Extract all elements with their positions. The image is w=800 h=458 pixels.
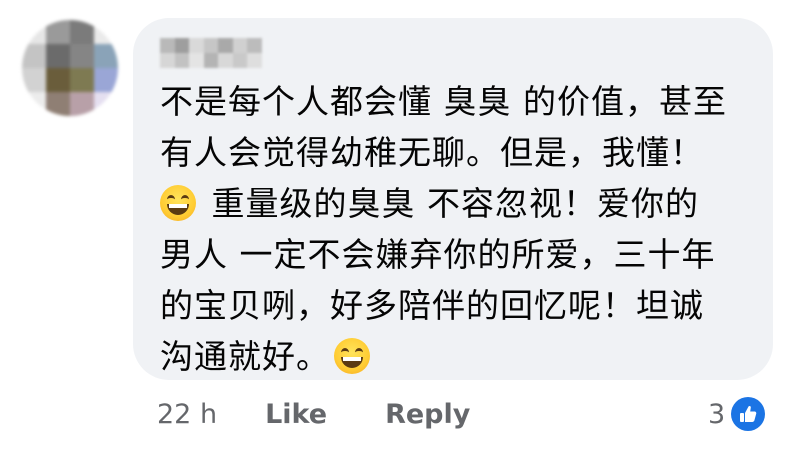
comment-line: 不是每个人都会懂 臭臭 的价值，甚至 — [160, 82, 727, 121]
comment-line: 重量级的臭臭 不容忽视！爱你的 — [160, 178, 760, 229]
comment-actions: 22 h Like Reply — [157, 394, 528, 434]
author-name-redacted[interactable] — [160, 38, 262, 68]
reaction-count: 3 — [708, 398, 726, 430]
comment-container: 不是每个人都会懂 臭臭 的价值，甚至 有人会觉得幼稚无聊。但是，我懂！ 重量级的… — [0, 0, 800, 458]
reply-button[interactable]: Reply — [385, 399, 470, 430]
reaction-summary[interactable]: 3 — [708, 394, 766, 434]
like-button[interactable]: Like — [265, 399, 327, 430]
grinning-face-icon — [160, 185, 196, 221]
comment-line: 的宝贝咧，好多陪伴的回忆呢！坦诚 — [160, 286, 704, 325]
avatar[interactable] — [22, 20, 118, 116]
comment-line-text: 重量级的臭臭 不容忽视！爱你的 — [211, 184, 699, 223]
comment-line: 有人会觉得幼稚无聊。但是，我懂！ — [160, 133, 704, 172]
comment-text: 不是每个人都会懂 臭臭 的价值，甚至 有人会觉得幼稚无聊。但是，我懂！ 重量级的… — [160, 76, 760, 382]
comment-line: 男人 一定不会嫌弃你的所爱，三十年 — [160, 235, 716, 274]
comment-line-text: 沟通就好。 — [160, 337, 330, 376]
thumbs-up-icon — [731, 397, 766, 431]
timestamp[interactable]: 22 h — [157, 399, 217, 430]
grinning-face-icon — [334, 338, 370, 374]
comment-line: 沟通就好。 — [160, 331, 760, 382]
